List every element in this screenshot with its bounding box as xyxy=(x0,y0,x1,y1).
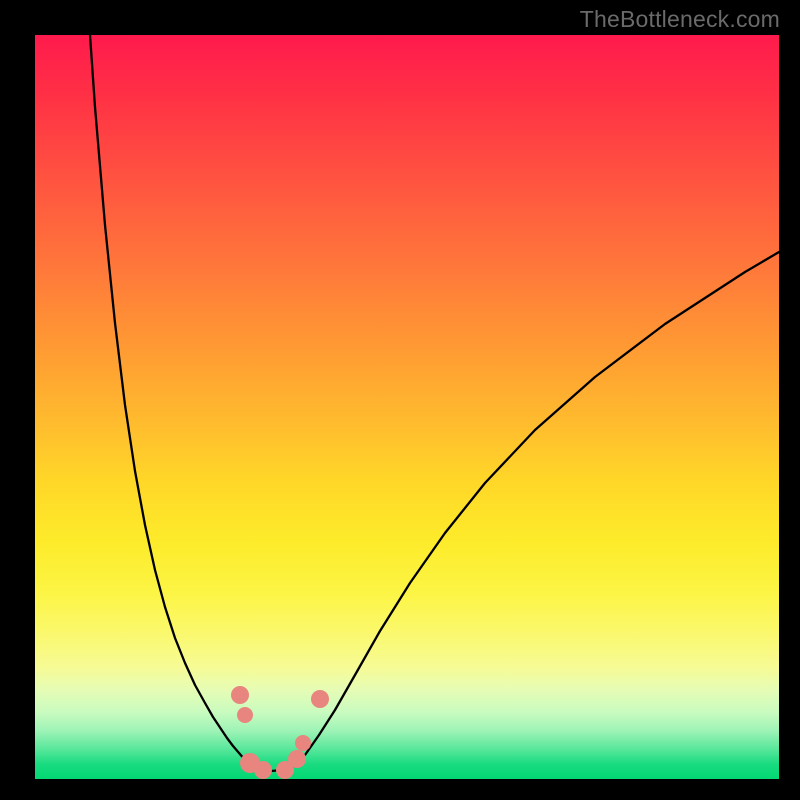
watermark-text: TheBottleneck.com xyxy=(580,6,780,33)
bottleneck-curve xyxy=(90,35,779,771)
valley-marker xyxy=(311,690,329,708)
plot-area xyxy=(35,35,779,779)
chart-frame: TheBottleneck.com xyxy=(0,0,800,800)
valley-marker xyxy=(237,707,253,723)
valley-marker xyxy=(295,735,311,751)
valley-markers xyxy=(231,686,329,779)
valley-marker xyxy=(254,761,272,779)
curve-path xyxy=(90,35,779,771)
valley-marker xyxy=(288,750,306,768)
curve-layer xyxy=(35,35,779,779)
valley-marker xyxy=(231,686,249,704)
